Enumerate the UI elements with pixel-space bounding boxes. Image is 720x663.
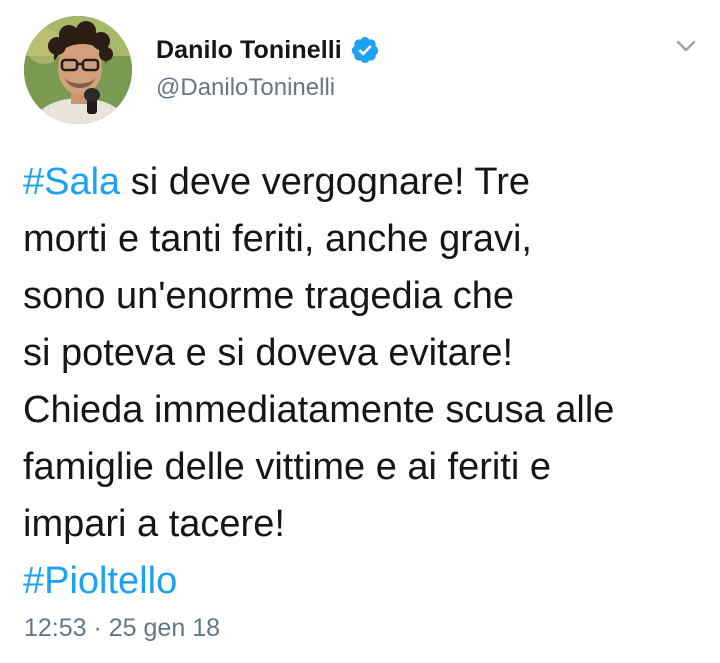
tweet-line: #Pioltello [23, 553, 703, 610]
hashtag-pioltello-link[interactable]: #Pioltello [23, 560, 177, 602]
tweet-timestamp[interactable]: 12:53 · 25 gen 18 [24, 614, 220, 643]
verified-badge-icon [350, 35, 380, 65]
hashtag-sala-link[interactable]: #Sala [23, 161, 120, 203]
tweet-line-text: si deve vergognare! Tre [120, 161, 530, 203]
chevron-down-icon[interactable] [674, 34, 698, 58]
author-handle[interactable]: @DaniloToninelli [156, 74, 335, 102]
tweet-line: sono un'enorme tragedia che [23, 275, 515, 317]
author-name[interactable]: Danilo Toninelli [156, 36, 342, 65]
tweet-line: #Sala si deve vergognare! Tre [23, 154, 703, 211]
tweet-card: Danilo Toninelli @DaniloToninelli #Sala … [0, 0, 720, 663]
avatar[interactable] [24, 16, 132, 124]
tweet-line: si poteva e si doveva evitare! [23, 332, 514, 374]
author-name-row: Danilo Toninelli [156, 30, 380, 70]
tweet-line: famiglie delle vittime e ai feriti e [23, 446, 551, 488]
tweet-line: Chieda immediatamente scusa alle [23, 389, 615, 431]
tweet-line: impari a tacere! [23, 503, 285, 545]
tweet-text: #Sala si deve vergognare! Tre morti e ta… [23, 154, 703, 610]
tweet-line: morti e tanti feriti, anche gravi, [23, 218, 532, 260]
avatar-photo [24, 16, 132, 124]
